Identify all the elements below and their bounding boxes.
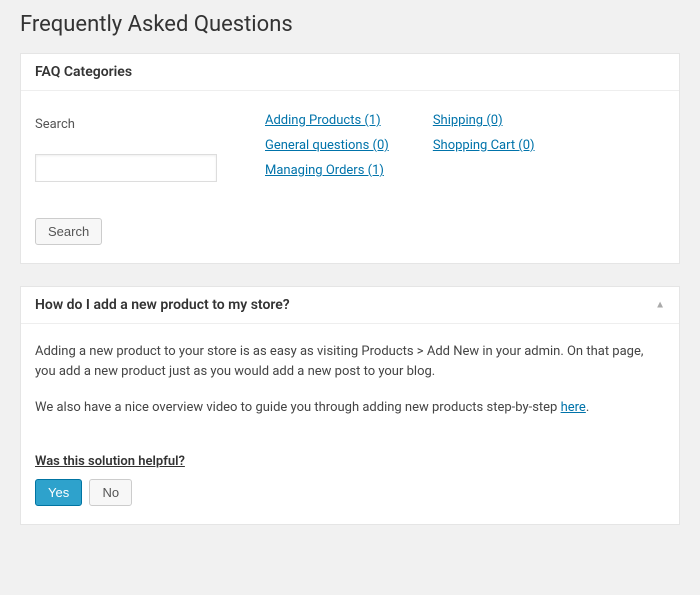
faq-categories-panel: FAQ Categories Search Search Adding Prod… (20, 53, 680, 264)
faq-overview-video-link[interactable]: here (561, 400, 586, 415)
categories-column-1: Adding Products (1) General questions (0… (265, 113, 389, 188)
collapse-caret-icon[interactable]: ▲ (655, 300, 665, 311)
faq-categories-header: FAQ Categories (21, 54, 679, 91)
faq-item-panel: How do I add a new product to my store? … (20, 286, 680, 525)
search-input[interactable] (35, 154, 217, 182)
faq-answer-p2-suffix: . (586, 400, 589, 415)
search-column: Search Search (35, 109, 235, 245)
faq-answer-paragraph-1: Adding a new product to your store is as… (35, 342, 665, 382)
faq-answer-paragraph-2: We also have a nice overview video to gu… (35, 398, 665, 418)
category-link-shopping-cart[interactable]: Shopping Cart (0) (433, 138, 535, 153)
helpful-yes-button[interactable]: Yes (35, 479, 82, 506)
category-link-managing-orders[interactable]: Managing Orders (1) (265, 163, 389, 178)
category-link-general-questions[interactable]: General questions (0) (265, 138, 389, 153)
faq-question-text: How do I add a new product to my store? (35, 297, 290, 313)
faq-answer-p2-prefix: We also have a nice overview video to gu… (35, 400, 561, 415)
categories-column-2: Shipping (0) Shopping Cart (0) (433, 113, 535, 188)
search-label: Search (35, 117, 235, 132)
helpful-section: Was this solution helpful? Yes No (35, 454, 665, 506)
helpful-no-button[interactable]: No (89, 479, 132, 506)
category-link-shipping[interactable]: Shipping (0) (433, 113, 535, 128)
helpful-question: Was this solution helpful? (35, 454, 665, 469)
page-title: Frequently Asked Questions (20, 0, 680, 53)
faq-answer-body: Adding a new product to your store is as… (21, 324, 679, 524)
category-link-adding-products[interactable]: Adding Products (1) (265, 113, 389, 128)
search-button[interactable]: Search (35, 218, 102, 245)
faq-question-header[interactable]: How do I add a new product to my store? … (21, 287, 679, 324)
